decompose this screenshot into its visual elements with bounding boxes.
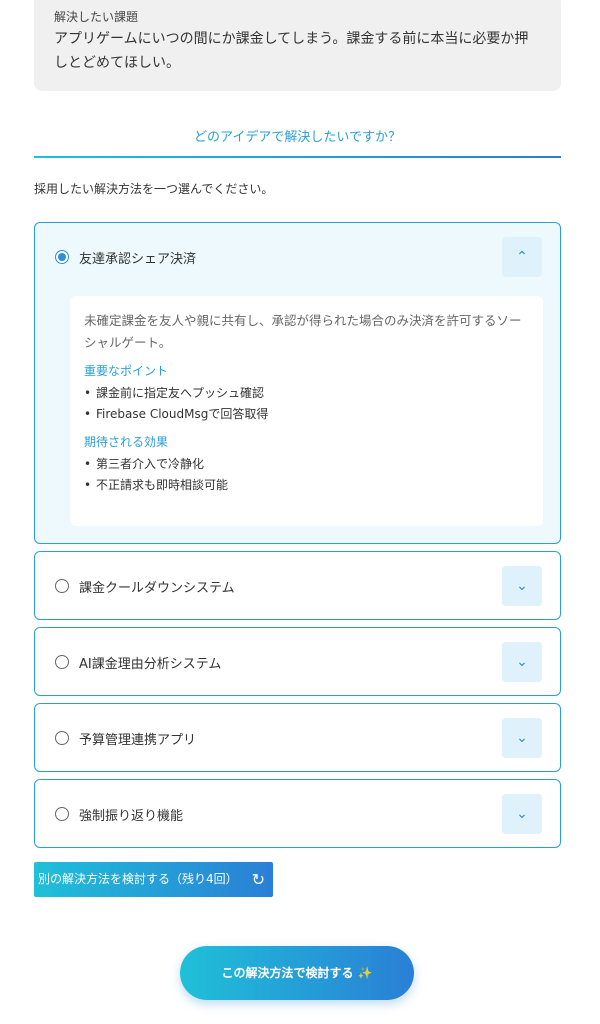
option-card-1[interactable]: 友達承認シェア決済 ⌃ 未確定課金を友人や親に共有し、承認が得られた場合のみ決済… [34, 222, 561, 544]
radio-button-5[interactable] [55, 807, 69, 821]
submit-button[interactable]: この解決方法で検討する ✨ [180, 946, 414, 1000]
option-title-4: 予算管理連携アプリ [79, 733, 197, 748]
option-detail-1: 未確定課金を友人や親に共有し、承認が得られた場合のみ決済を許可するソーシャルゲー… [70, 296, 543, 526]
retry-button[interactable]: 別の解決方法を検討する（残り4回） ↻ [34, 862, 273, 897]
option-title-5: 強制振り返り機能 [79, 809, 184, 824]
radio-button-2[interactable] [55, 579, 69, 593]
option-title-3: AI課金理由分析システム [79, 657, 222, 672]
option-description: 未確定課金を友人や親に共有し、承認が得られた場合のみ決済を許可するソーシャルゲー… [84, 313, 522, 350]
radio-button-3[interactable] [55, 655, 69, 669]
points-list: 課金前に指定友へプッシュ確認 Firebase CloudMsgで回答取得 [84, 383, 529, 425]
list-item: 不正請求も即時相談可能 [84, 475, 529, 496]
effects-list: 第三者介入で冷静化 不正請求も即時相談可能 [84, 454, 529, 496]
problem-text: アプリゲームにいつの間にか課金してしまう。課金する前に本当に必要か押しとどめてほ… [54, 31, 529, 71]
problem-box: 解決したい課題 アプリゲームにいつの間にか課金してしまう。課金する前に本当に必要… [34, 0, 561, 91]
chevron-down-icon[interactable]: ⌄ [502, 718, 542, 758]
refresh-icon: ↻ [251, 870, 265, 889]
option-card-5[interactable]: 強制振り返り機能 ⌄ [34, 779, 561, 848]
submit-button-label: この解決方法で検討する [221, 966, 354, 980]
instruction-text: 採用したい解決方法を一つ選んでください。 [34, 182, 274, 196]
effects-heading: 期待される効果 [84, 435, 169, 449]
option-card-2[interactable]: 課金クールダウンシステム ⌄ [34, 551, 561, 620]
problem-label: 解決したい課題 [54, 10, 139, 24]
question-heading: どのアイデアで解決したいですか？ [194, 130, 401, 145]
option-card-4[interactable]: 予算管理連携アプリ ⌄ [34, 703, 561, 772]
list-item: Firebase CloudMsgで回答取得 [84, 404, 529, 425]
chevron-up-icon[interactable]: ⌃ [502, 237, 542, 277]
retry-button-label: 別の解決方法を検討する（残り4回） [38, 872, 238, 886]
option-title-1: 友達承認シェア決済 [79, 252, 197, 267]
magic-wand-icon: ✨ [357, 966, 373, 980]
list-item: 第三者介入で冷静化 [84, 454, 529, 475]
question-divider [34, 156, 561, 158]
radio-button-4[interactable] [55, 731, 69, 745]
option-card-3[interactable]: AI課金理由分析システム ⌄ [34, 627, 561, 696]
chevron-down-icon[interactable]: ⌄ [502, 642, 542, 682]
chevron-down-icon[interactable]: ⌄ [502, 794, 542, 834]
chevron-down-icon[interactable]: ⌄ [502, 566, 542, 606]
radio-button-1[interactable] [55, 250, 69, 264]
option-header-1[interactable]: 友達承認シェア決済 ⌃ [35, 223, 560, 291]
option-title-2: 課金クールダウンシステム [79, 581, 235, 596]
points-heading: 重要なポイント [84, 364, 169, 378]
list-item: 課金前に指定友へプッシュ確認 [84, 383, 529, 404]
